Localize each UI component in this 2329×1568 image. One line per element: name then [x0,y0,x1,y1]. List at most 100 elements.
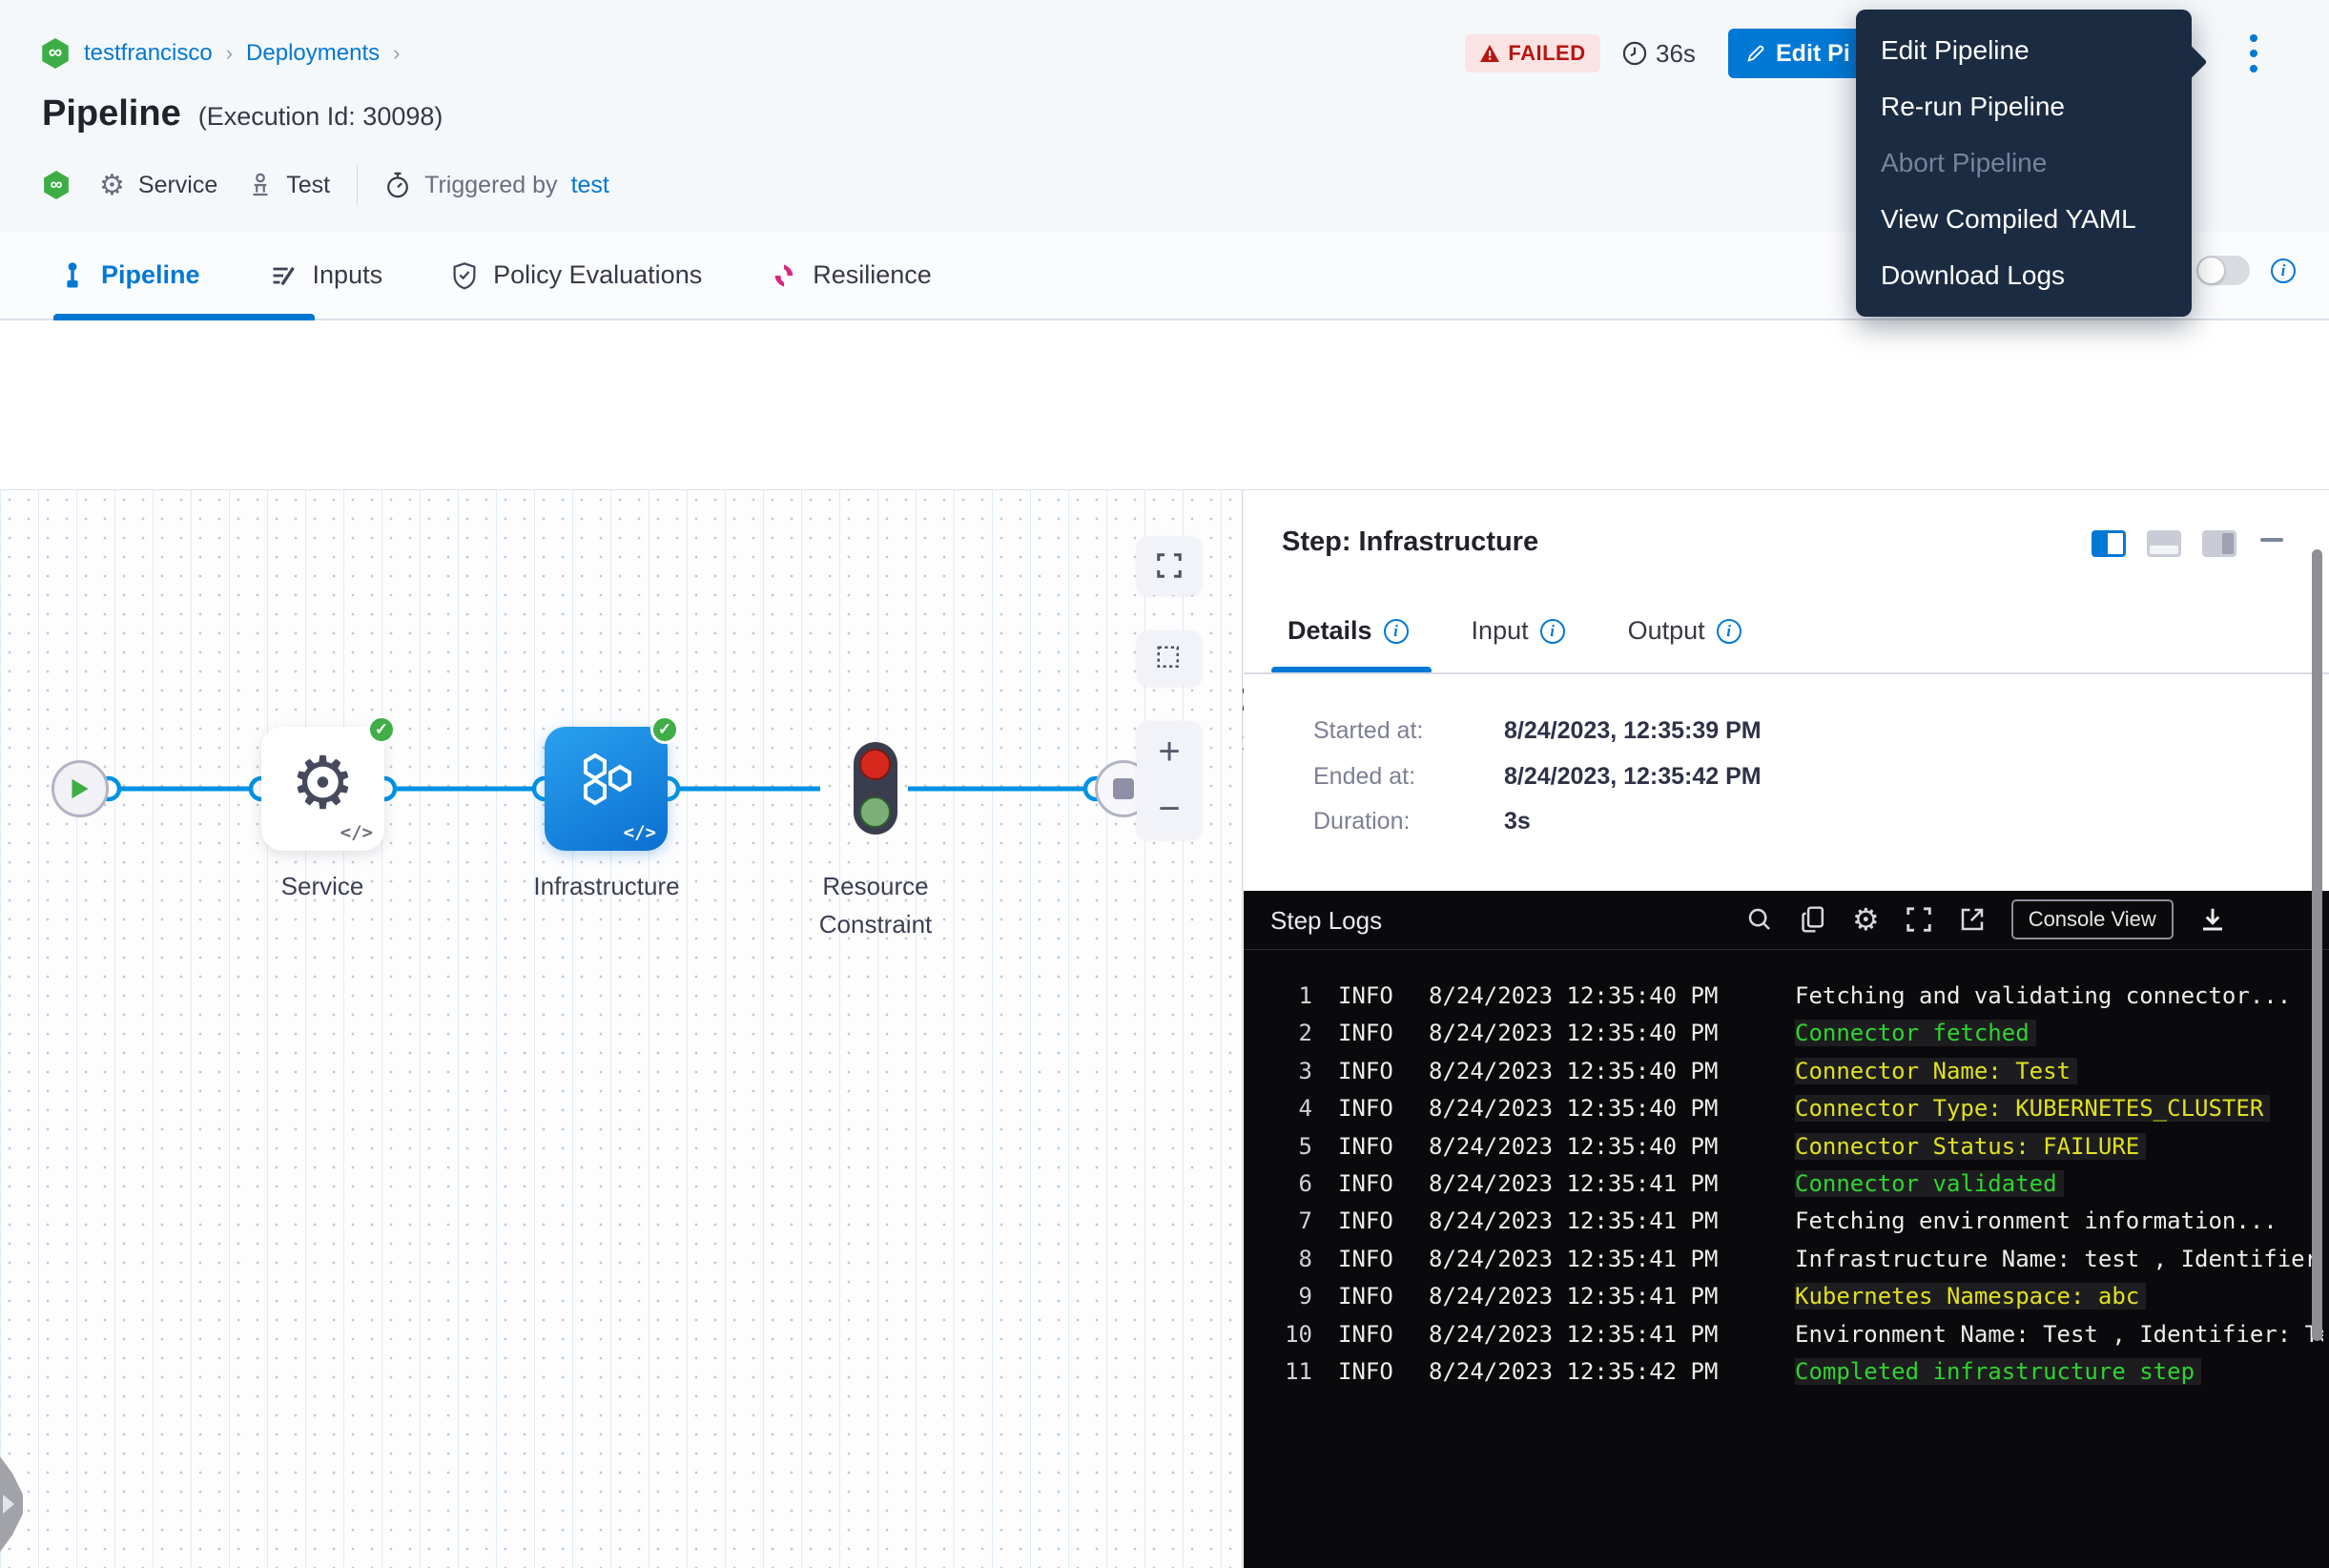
success-check-icon: ✓ [650,715,679,744]
tab-policy-evaluations[interactable]: Policy Evaluations [451,260,702,290]
panel-scrollbar[interactable] [2312,549,2322,1341]
menu-item-download-logs[interactable]: Download Logs [1856,247,2192,303]
tab-input[interactable]: Inputi [1472,616,1565,646]
pipeline-icon [59,261,86,290]
log-row: 5INFO8/24/2023 12:35:40 PMConnector Stat… [1244,1133,2329,1170]
layout-right-panel-button[interactable] [2202,530,2236,557]
code-tag-icon: </> [340,822,373,843]
service-meta[interactable]: ⚙ Service [99,169,217,202]
log-row: 1INFO8/24/2023 12:35:40 PMFetching and v… [1244,982,2329,1020]
info-icon[interactable]: i [1717,619,1742,644]
layout-horizontal-split-button[interactable] [2147,530,2181,557]
chevron-right-icon: › [226,41,233,66]
log-row: 8INFO8/24/2023 12:35:41 PMInfrastructure… [1244,1246,2329,1283]
menu-item-view-compiled-yaml[interactable]: View Compiled YAML [1856,191,2192,247]
node-label-infrastructure: Infrastructure [483,872,731,901]
detail-row-started: Started at:8/24/2023, 12:35:39 PM [1313,717,1762,745]
marquee-select-icon [1155,644,1184,672]
success-check-icon: ✓ [367,715,396,744]
expand-arrow-icon [3,1495,14,1514]
tab-inputs[interactable]: Inputs [269,260,383,290]
info-icon[interactable]: i [1384,619,1409,644]
search-icon[interactable] [1745,905,1774,934]
canvas-zoom-controls[interactable]: + − [1137,721,1202,839]
debug-toggle[interactable] [2196,256,2250,285]
log-row: 10INFO8/24/2023 12:35:41 PMEnvironment N… [1244,1321,2329,1358]
detail-row-duration: Duration:3s [1313,808,1531,836]
divider [1244,672,2329,674]
pipeline-meta-row: ∞ ⚙ Service Test Triggered by test [42,164,609,206]
breadcrumb-deployments[interactable]: Deployments [246,40,380,67]
graph-node-resource-constraint[interactable] [854,742,897,835]
play-icon [70,777,91,800]
step-logs-header: Step Logs ⚙ Console View [1244,891,2329,950]
harness-cd-icon: ∞ [42,171,71,199]
log-row: 7INFO8/24/2023 12:35:41 PMFetching envir… [1244,1207,2329,1245]
active-tab-underline [53,314,315,320]
menu-item-rerun-pipeline[interactable]: Re-run Pipeline [1856,78,2192,134]
tab-resilience[interactable]: Resilience [771,260,932,290]
log-row: 6INFO8/24/2023 12:35:41 PMConnector vali… [1244,1170,2329,1207]
graph-node-infrastructure[interactable]: </> ✓ [545,727,668,851]
pencil-icon [1745,43,1766,64]
download-logs-icon[interactable] [2198,905,2227,934]
more-options-menu-button[interactable] [2239,29,2268,78]
resilience-chaos-icon [771,262,797,289]
console-view-button[interactable]: Console View [2011,899,2174,939]
policy-shield-icon [451,261,478,290]
harness-logo-icon: ∞ [40,38,71,69]
step-logs-title: Step Logs [1270,906,1382,936]
log-row: 9INFO8/24/2023 12:35:41 PMKubernetes Nam… [1244,1283,2329,1320]
canvas-select-button[interactable] [1137,630,1202,686]
clock-icon [1621,40,1648,67]
canvas-fullscreen-button[interactable] [1137,536,1202,595]
graph-node-service[interactable]: ⚙ </> ✓ [261,727,384,851]
service-gear-icon: ⚙ [261,740,384,825]
chevron-right-icon: › [393,41,400,66]
traffic-red-light [859,749,891,780]
tab-details[interactable]: Detailsi [1288,616,1409,646]
layout-vertical-split-button[interactable] [2092,530,2126,557]
warning-triangle-icon [1479,44,1500,63]
node-label-resource: Resource [752,872,1000,901]
step-logs-panel: Step Logs ⚙ Console View 1INFO8/24/2023 … [1244,891,2329,1568]
divider [357,164,358,206]
inputs-icon [269,262,298,289]
menu-item-edit-pipeline[interactable]: Edit Pipeline [1856,22,2192,78]
zoom-in-button[interactable]: + [1158,730,1180,774]
node-label-service: Service [198,872,446,901]
pipeline-graph-canvas[interactable]: ⚙ </> ✓ Service </> ✓ Infrastructure Res… [0,490,1243,1568]
panel-minimize-button[interactable] [2260,538,2283,542]
breadcrumb: ∞ testfrancisco › Deployments › [40,36,400,71]
log-row: 2INFO8/24/2023 12:35:40 PMConnector fetc… [1244,1020,2329,1057]
menu-item-abort-pipeline: Abort Pipeline [1856,134,2192,191]
execution-id: (Execution Id: 30098) [198,102,443,132]
graph-connectors [0,490,1243,1568]
log-row: 11INFO8/24/2023 12:35:42 PMCompleted inf… [1244,1358,2329,1395]
log-settings-gear-icon[interactable]: ⚙ [1852,905,1880,934]
code-tag-icon: </> [624,822,656,843]
info-icon[interactable]: i [2271,258,2296,283]
status-badge: FAILED [1465,34,1600,72]
title-row: Pipeline (Execution Id: 30098) [42,93,443,134]
zoom-out-button[interactable]: − [1158,787,1180,831]
elapsed-time: 36s [1621,36,1696,71]
traffic-green-light [859,796,891,828]
tab-pipeline[interactable]: Pipeline [59,260,200,290]
expand-fullscreen-icon[interactable] [1905,905,1933,934]
node-label-constraint: Constraint [752,910,1000,939]
open-external-icon[interactable] [1958,905,1987,934]
panel-layout-controls [2092,530,2236,557]
trigger-user-link[interactable]: test [571,172,609,199]
stopwatch-icon [384,171,411,199]
step-panel-title: Step: Infrastructure [1282,526,1538,558]
tab-output[interactable]: Outputi [1628,616,1742,646]
breadcrumb-project[interactable]: testfrancisco [84,40,213,67]
environment-meta[interactable]: Test [246,171,330,199]
copy-icon[interactable] [1799,904,1827,935]
step-detail-tabs: Detailsi Inputi Outputi [1288,616,1742,646]
graph-start-node[interactable] [52,760,109,817]
log-output[interactable]: 1INFO8/24/2023 12:35:40 PMFetching and v… [1244,950,2329,1568]
info-icon[interactable]: i [1540,619,1565,644]
log-row: 3INFO8/24/2023 12:35:40 PMConnector Name… [1244,1058,2329,1095]
